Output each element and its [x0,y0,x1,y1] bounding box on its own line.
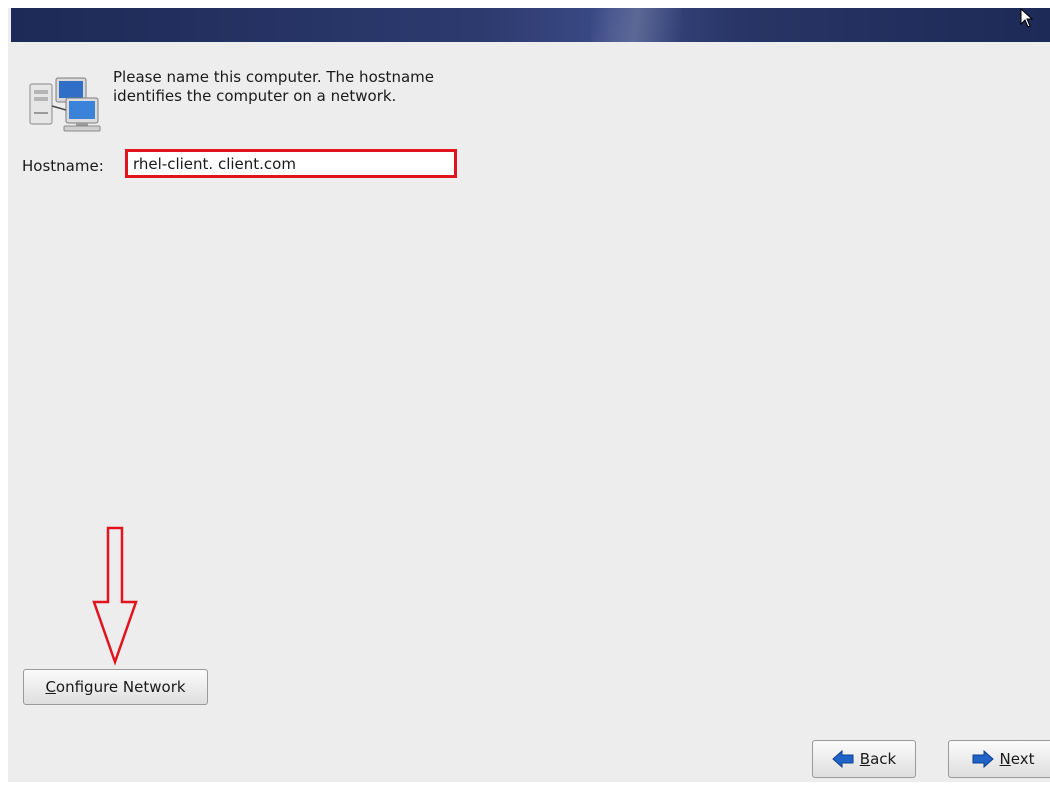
arrow-right-icon [972,750,994,768]
mouse-cursor-icon [1020,8,1034,28]
back-label: ack [870,750,897,768]
next-mnemonic: N [999,750,1011,768]
next-button[interactable]: Next [948,740,1050,778]
hostname-input[interactable] [125,149,457,178]
down-arrow-annotation [92,526,138,666]
hostname-label: Hostname: [22,157,104,175]
back-mnemonic: B [859,750,871,768]
intro-text: Please name this computer. The hostname … [113,68,434,105]
installer-window: Please name this computer. The hostname … [8,8,1050,782]
header-banner [11,8,1050,42]
next-label: ext [1010,750,1035,768]
network-computer-icon [29,77,101,132]
back-button[interactable]: Back [812,740,916,778]
arrow-left-icon [832,750,854,768]
configure-network-label: onfigure Network [55,678,186,696]
configure-network-mnemonic: C [45,678,56,696]
configure-network-button[interactable]: Configure Network [23,669,208,705]
banner-streak [591,8,681,42]
